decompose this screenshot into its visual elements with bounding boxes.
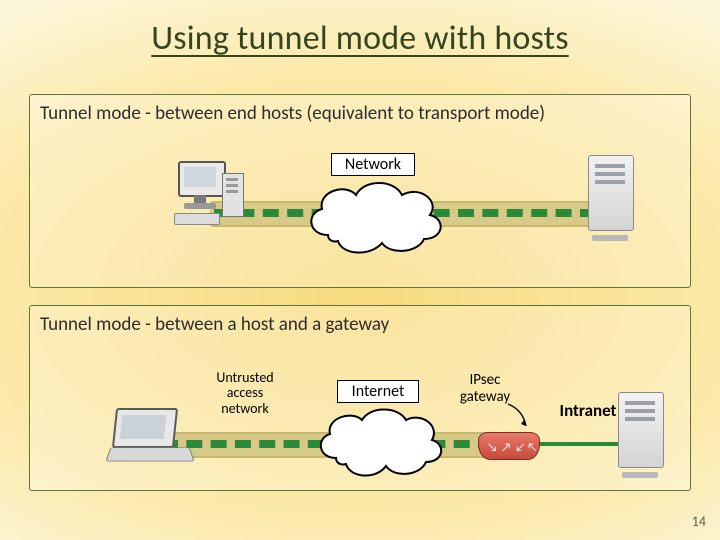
gw-l1: IPsec	[470, 371, 501, 389]
slide-title: Using tunnel mode with hosts	[0, 0, 720, 59]
host-laptop-icon	[108, 408, 192, 466]
host-server-icon	[588, 155, 632, 241]
slide: Using tunnel mode with hosts Tunnel mode…	[0, 0, 720, 540]
page-number: 14	[692, 513, 706, 530]
intranet-label: Intranet	[548, 402, 628, 421]
internet-cloud-icon: Internet	[308, 400, 448, 480]
ipsec-gateway-router-icon: ↘↗↙↖	[478, 428, 538, 460]
panel1-caption: Tunnel mode - between end hosts (equival…	[30, 95, 690, 125]
network-cloud-label: Network	[331, 153, 415, 176]
panel-host-gateway: Tunnel mode - between a host and a gatew…	[29, 305, 691, 491]
panel1-stage: Network	[30, 133, 690, 279]
gateway-label: IPsec gateway	[450, 372, 520, 405]
access-l3: network	[221, 400, 268, 417]
panel-end-hosts: Tunnel mode - between end hosts (equival…	[29, 94, 691, 288]
internet-cloud-label: Internet	[337, 380, 419, 403]
panel2-caption: Tunnel mode - between a host and a gatew…	[30, 306, 690, 336]
access-network-label: Untrusted access network	[200, 370, 290, 416]
gw-l2: gateway	[460, 388, 510, 406]
host-desktop-icon	[170, 159, 250, 239]
network-cloud-icon: Network	[298, 173, 448, 257]
intranet-server-icon	[618, 392, 662, 478]
panel2-stage: Untrusted access network Internet IPsec …	[30, 344, 690, 482]
